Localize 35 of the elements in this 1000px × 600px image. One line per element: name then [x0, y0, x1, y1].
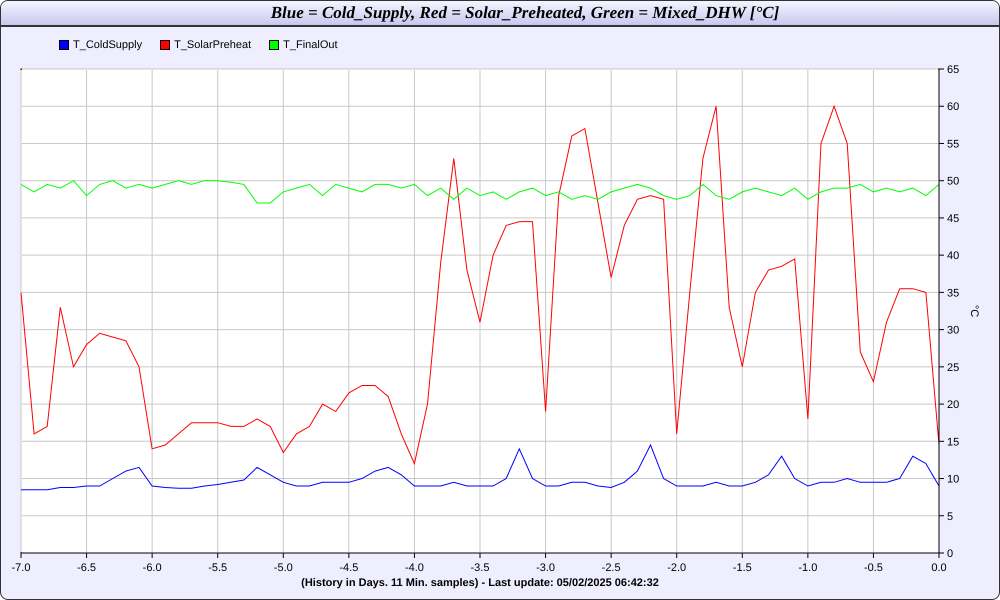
y-tick-label: 45 [947, 212, 960, 225]
y-tick-label: 55 [947, 138, 960, 150]
legend-label: T_SolarPreheat [174, 38, 252, 50]
y-axis-title: °C [968, 304, 980, 318]
x-tick-label: -6.0 [142, 562, 162, 574]
y-tick-label: 20 [947, 399, 960, 412]
x-tick-label: -3.0 [536, 562, 556, 574]
legend-label: T_ColdSupply [73, 38, 142, 50]
x-tick-label: -0.5 [864, 562, 883, 574]
y-tick-label: 65 [947, 64, 960, 76]
x-tick-label: -7.0 [12, 562, 30, 574]
x-tick-label: -1.0 [798, 562, 818, 574]
legend-label: T_FinalOut [283, 38, 338, 50]
y-tick-label: 30 [947, 324, 960, 337]
y-tick-label: 10 [947, 474, 960, 486]
y-tick-label: 15 [947, 436, 960, 448]
x-tick-label: -4.5 [339, 562, 358, 574]
x-axis-title: (History in Days. 11 Min. samples) - Last update: 05/02/2025 06:42:32 [301, 577, 659, 589]
y-tick-label: 35 [947, 287, 960, 300]
x-tick-label: -5.5 [208, 562, 228, 574]
y-tick-label: 5 [947, 510, 954, 523]
x-tick-label: -4.0 [404, 562, 424, 574]
y-tick-label: 50 [947, 176, 960, 188]
y-tick-label: 25 [947, 362, 960, 374]
x-tick-label: -5.0 [274, 562, 293, 574]
x-tick-label: -3.5 [470, 562, 490, 574]
y-tick-label: 60 [947, 101, 960, 114]
x-tick-label: -2.5 [602, 562, 621, 574]
y-tick-label: 40 [947, 250, 960, 262]
x-tick-label: -1.5 [732, 562, 752, 574]
y-tick-label: 0 [947, 548, 954, 560]
x-tick-label: -6.5 [77, 562, 96, 574]
x-tick-label: -2.0 [667, 562, 686, 574]
chart-title: Blue = Cold_Supply, Red = Solar_Preheated, Green = Mixed_DHW [°C] [1, 1, 999, 27]
x-tick-label: 0.0 [931, 562, 947, 574]
